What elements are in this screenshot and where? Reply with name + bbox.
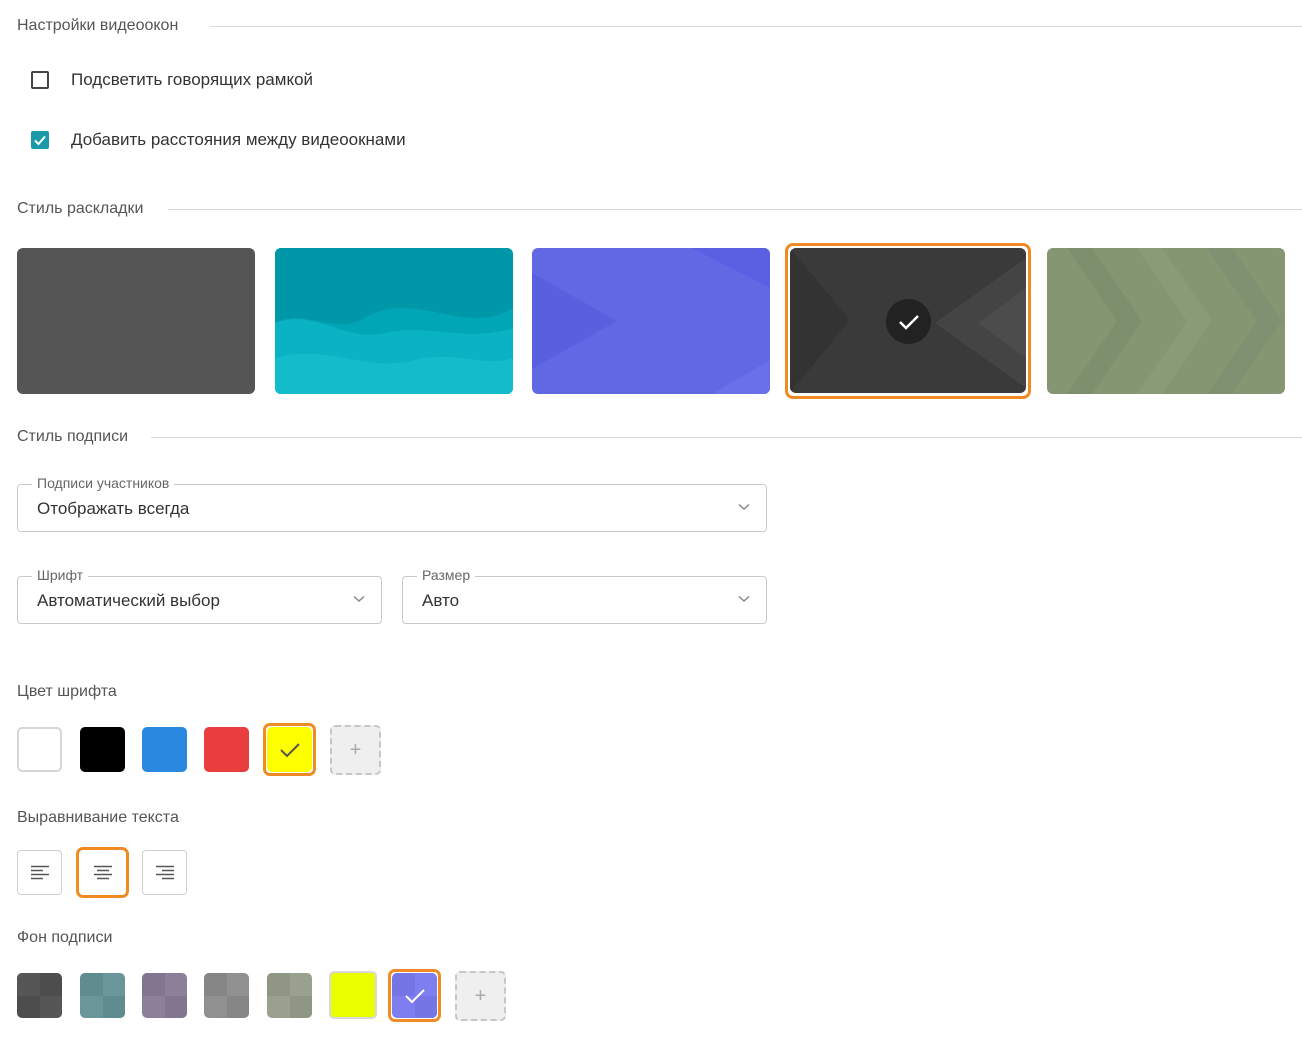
align-right-icon — [155, 865, 174, 879]
highlight-speakers-option[interactable]: Подсветить говорящих рамкой — [31, 70, 313, 90]
chevron-down-icon — [738, 503, 750, 511]
size-value: Авто — [422, 591, 460, 610]
font-color-black[interactable] — [80, 727, 125, 772]
chevron-down-icon — [738, 595, 750, 603]
caption-bg-teal-gray[interactable] — [80, 973, 125, 1018]
blue-chevrons-pattern — [532, 248, 770, 394]
text-align-title: Выравнивание текста — [17, 809, 179, 826]
align-center-icon — [93, 865, 112, 879]
checkmark-icon — [279, 742, 300, 757]
highlight-speakers-label: Подсветить говорящих рамкой — [71, 70, 314, 89]
participant-labels-value: Отображать всегда — [37, 499, 190, 518]
layout-style-title: Стиль раскладки — [17, 200, 144, 217]
caption-bg-purple-gray[interactable] — [142, 973, 187, 1018]
font-color-blue[interactable] — [142, 727, 187, 772]
participant-labels-label: Подписи участников — [32, 475, 175, 491]
plus-icon: + — [474, 984, 487, 1007]
divider — [210, 26, 1302, 27]
caption-bg-gray[interactable] — [204, 973, 249, 1018]
video-gaps-option[interactable]: Добавить расстояния между видеоокнами — [31, 130, 406, 150]
video-gaps-label: Добавить расстояния между видеоокнами — [71, 130, 406, 149]
font-select[interactable]: Шрифт Автоматический выбор — [17, 567, 382, 624]
video-gaps-checkbox[interactable] — [31, 131, 49, 149]
caption-bg-yellow[interactable] — [329, 971, 377, 1019]
layout-tile-olive[interactable] — [1047, 248, 1285, 394]
divider — [168, 209, 1302, 210]
align-right-button[interactable] — [142, 850, 187, 895]
divider — [151, 437, 1302, 438]
chevron-down-icon — [353, 595, 365, 603]
font-color-red[interactable] — [204, 727, 249, 772]
participant-labels-select[interactable]: Подписи участников Отображать всегда — [17, 475, 767, 532]
font-value: Автоматический выбор — [37, 591, 220, 610]
highlight-speakers-checkbox[interactable] — [31, 71, 49, 89]
font-color-white[interactable] — [17, 727, 62, 772]
align-center-button[interactable] — [80, 850, 125, 895]
plus-icon: + — [349, 738, 362, 761]
video-settings-title: Настройки видеоокон — [17, 17, 179, 34]
size-label: Размер — [417, 567, 476, 583]
caption-bg-olive-gray[interactable] — [267, 973, 312, 1018]
align-left-button[interactable] — [17, 850, 62, 895]
caption-bg-dark-gray[interactable] — [17, 973, 62, 1018]
font-color-yellow[interactable] — [267, 727, 312, 772]
caption-bg-violet[interactable] — [392, 973, 437, 1018]
olive-chevrons-pattern — [1047, 248, 1285, 394]
add-caption-bg-button[interactable]: + — [455, 971, 506, 1021]
size-select[interactable]: Размер Авто — [402, 567, 767, 624]
align-left-icon — [30, 865, 49, 879]
add-font-color-button[interactable]: + — [330, 725, 381, 775]
selected-check-icon — [886, 299, 931, 344]
caption-style-title: Стиль подписи — [17, 428, 129, 445]
layout-tile-blue[interactable] — [532, 248, 770, 394]
font-label: Шрифт — [32, 567, 89, 583]
checkmark-icon — [34, 135, 46, 146]
layout-tile-gray[interactable] — [17, 248, 255, 394]
teal-waves-pattern — [275, 248, 513, 394]
font-color-title: Цвет шрифта — [17, 683, 117, 700]
caption-bg-title: Фон подписи — [17, 929, 113, 946]
layout-tile-teal[interactable] — [275, 248, 513, 394]
checkmark-icon — [404, 988, 425, 1003]
